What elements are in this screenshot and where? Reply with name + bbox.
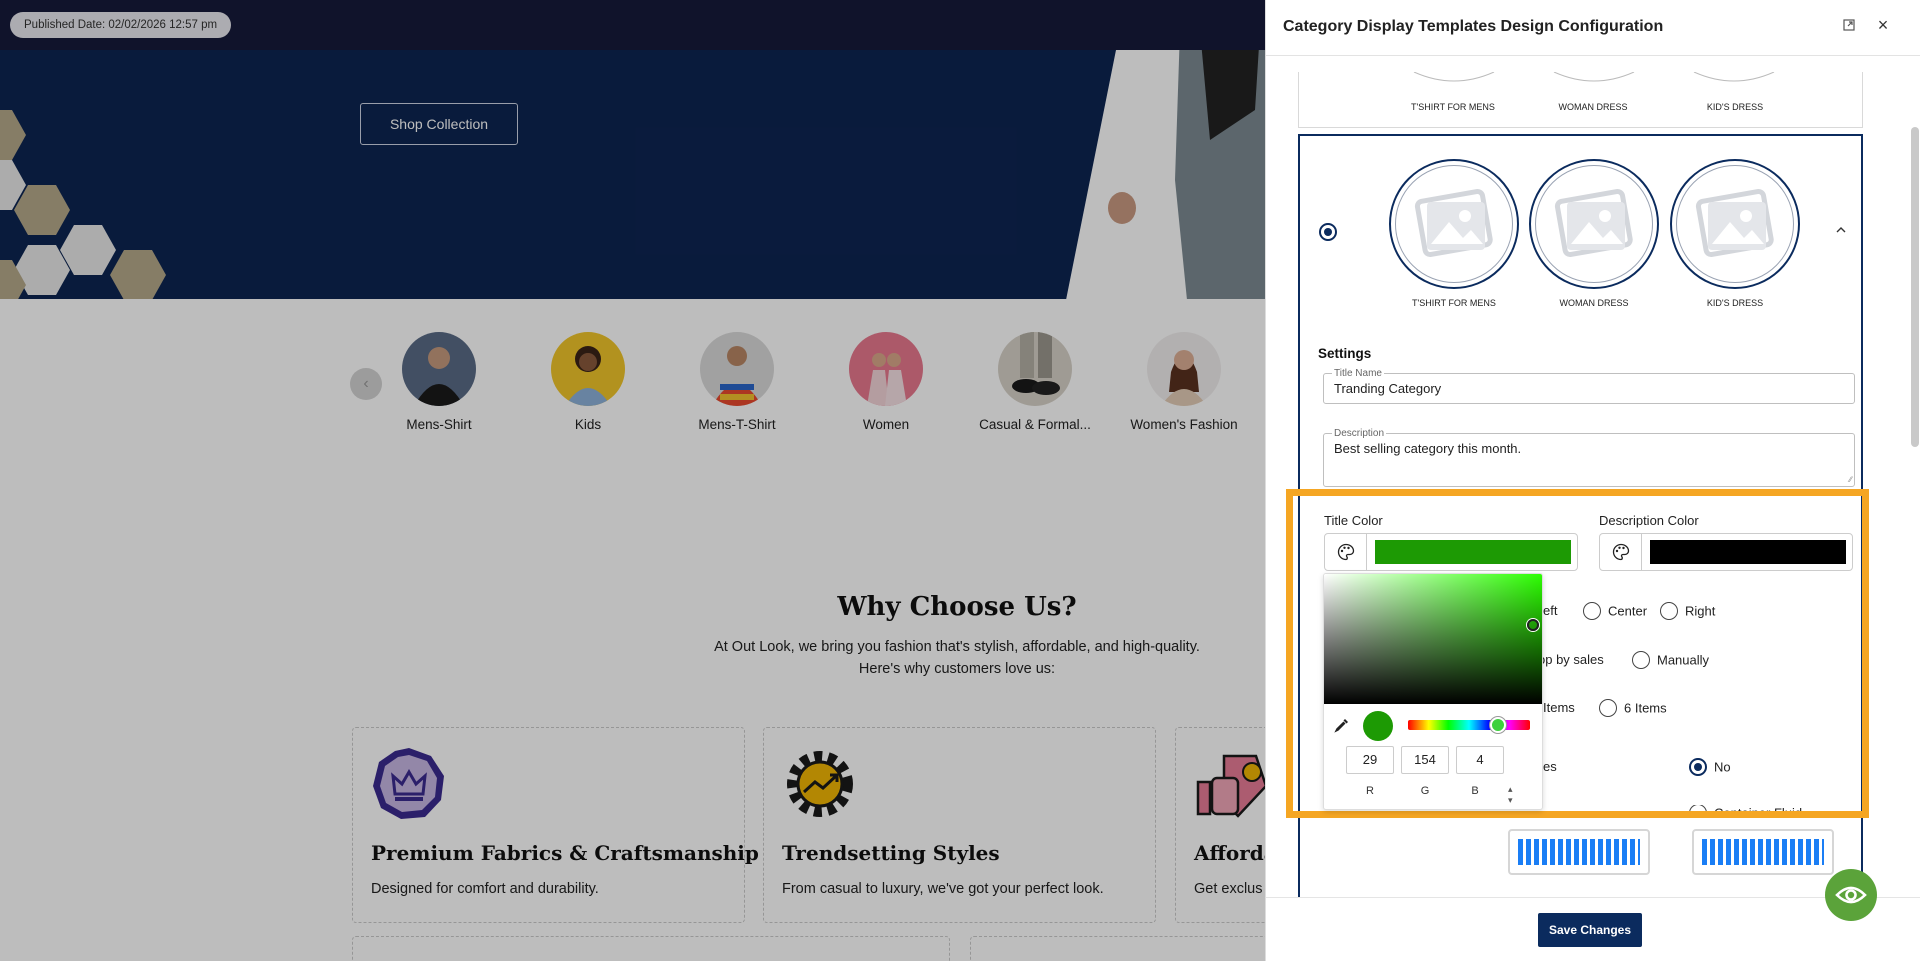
blue-input[interactable]: 4 — [1456, 746, 1504, 774]
resize-handle-icon[interactable]: ∕∕ — [1849, 475, 1852, 484]
panel-title: Category Display Templates Design Config… — [1283, 18, 1664, 35]
image-placeholder-icon — [1554, 188, 1633, 258]
panel-footer: Save Changes — [1266, 897, 1920, 961]
field-legend: Title Name — [1332, 368, 1384, 379]
field-legend: Description — [1332, 428, 1387, 439]
template-label: KID'S DRESS — [1706, 298, 1764, 308]
template-option-previous[interactable]: T'SHIRT FOR MENS WOMAN DRESS KID'S DRESS — [1298, 72, 1863, 128]
template-radio[interactable] — [1319, 223, 1337, 241]
template-label: WOMAN DRESS — [1558, 102, 1628, 112]
saturation-value-area[interactable] — [1324, 574, 1542, 704]
green-label: G — [1420, 785, 1430, 797]
preview-eye-button[interactable] — [1825, 869, 1877, 921]
save-changes-button[interactable]: Save Changes — [1538, 913, 1642, 947]
panel-header: Category Display Templates Design Config… — [1266, 0, 1920, 56]
layout-thumbnail[interactable] — [1692, 829, 1834, 875]
modal-backdrop[interactable] — [0, 0, 1265, 961]
storefront-preview: Published Date: 02/02/2026 12:57 pm Shop… — [0, 0, 1265, 961]
chevron-up-icon[interactable] — [1835, 224, 1849, 238]
image-placeholder — [1389, 159, 1519, 289]
hue-slider[interactable] — [1408, 720, 1530, 730]
image-placeholder — [1529, 159, 1659, 289]
image-placeholder-icon — [1414, 188, 1493, 258]
template-label: WOMAN DRESS — [1559, 298, 1629, 308]
close-icon[interactable]: × — [1874, 16, 1892, 34]
template-label: T'SHIRT FOR MENS — [1411, 102, 1495, 112]
layout-thumbnail[interactable] — [1508, 829, 1650, 875]
template-label: T'SHIRT FOR MENS — [1412, 298, 1496, 308]
title-name-field[interactable]: Title Name Tranding Category — [1323, 368, 1855, 404]
format-toggle-icon[interactable]: ▴ ▾ — [1508, 784, 1513, 806]
title-name-input[interactable]: Tranding Category — [1334, 381, 1441, 396]
red-input[interactable]: 29 — [1346, 746, 1394, 774]
saturation-handle[interactable] — [1527, 619, 1539, 631]
color-preview — [1363, 711, 1393, 741]
green-input[interactable]: 154 — [1401, 746, 1449, 774]
red-label: R — [1366, 785, 1374, 797]
image-placeholder — [1670, 159, 1800, 289]
eyedropper-icon[interactable] — [1334, 717, 1350, 733]
scrollbar[interactable] — [1911, 127, 1919, 447]
eye-icon — [1835, 886, 1867, 904]
image-placeholder-icon — [1695, 188, 1774, 258]
template-label: KID'S DRESS — [1706, 102, 1764, 112]
expand-icon[interactable] — [1841, 19, 1857, 35]
blue-label: B — [1471, 785, 1479, 797]
description-textarea[interactable]: Best selling category this month. — [1334, 441, 1521, 456]
description-field[interactable]: Description Best selling category this m… — [1323, 428, 1855, 487]
hue-handle[interactable] — [1490, 717, 1506, 733]
settings-heading: Settings — [1318, 346, 1372, 361]
color-picker-popover: 29 154 4 R G B ▴ ▾ — [1323, 573, 1543, 810]
